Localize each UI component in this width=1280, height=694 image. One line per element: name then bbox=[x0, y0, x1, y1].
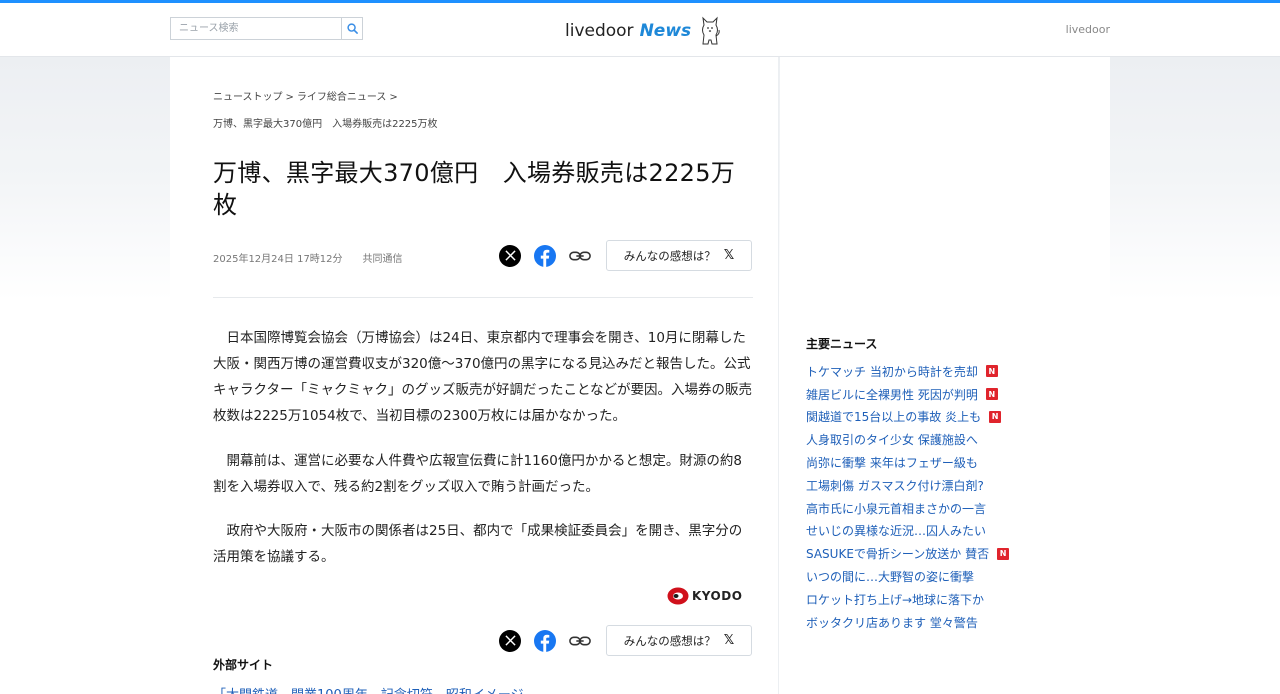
share-bar-bottom: みんなの感想は？ 𝕏 bbox=[499, 625, 752, 656]
reactions-on-x-button[interactable]: みんなの感想は？ 𝕏 bbox=[606, 625, 752, 656]
x-share-button[interactable] bbox=[499, 629, 521, 652]
article-paragraph: 政府や大阪府・大阪市の関係者は25日、都内で「成果検証委員会」を開き、黒字分の活… bbox=[213, 523, 743, 565]
link-icon bbox=[569, 251, 591, 260]
reactions-on-x-button[interactable]: みんなの感想は？ 𝕏 bbox=[606, 240, 752, 271]
x-logo-icon: 𝕏 bbox=[723, 248, 735, 263]
reactions-label: みんなの感想は？ bbox=[623, 248, 716, 263]
reactions-label: みんなの感想は？ bbox=[623, 633, 716, 648]
sidebar: 主要ニュース トケマッチ 当初から時計を売却 N 雑居ビルに全裸男性 死因が判明 N… bbox=[780, 57, 1110, 694]
top-news-link[interactable]: 工場刺傷 ガスマスク付け漂白剤? bbox=[806, 477, 984, 494]
search-box bbox=[170, 17, 363, 40]
search-input[interactable] bbox=[171, 18, 342, 39]
list-item: 工場刺傷 ガスマスク付け漂白剤? bbox=[806, 474, 1009, 497]
list-item: 高市氏に小泉元首相まさかの一言 bbox=[806, 497, 1009, 520]
facebook-icon bbox=[534, 629, 556, 652]
external-site-link[interactable]: 「大門鉄道 開業100周年 記念切符 昭和イメージ bbox=[213, 684, 524, 694]
kyodo-mark-icon bbox=[667, 587, 689, 605]
copy-link-button[interactable] bbox=[569, 245, 591, 267]
site-header: livedoor News livedoor bbox=[0, 3, 1280, 57]
facebook-share-button[interactable] bbox=[534, 629, 556, 652]
breadcrumb-item-news-top[interactable]: ニューストップ bbox=[213, 92, 283, 103]
copy-link-button[interactable] bbox=[569, 630, 591, 652]
top-news-list: トケマッチ 当初から時計を売却 N 雑居ビルに全裸男性 死因が判明 N 関越道で15… bbox=[806, 360, 1010, 634]
article-title: 万博、黒字最大370億円 入場券販売は2225万枚 bbox=[213, 159, 736, 219]
kyodo-logo: KYODO bbox=[667, 587, 742, 605]
logo-news-text: News bbox=[639, 21, 692, 41]
top-news-link[interactable]: トケマッチ 当初から時計を売却 bbox=[806, 363, 978, 380]
search-button[interactable] bbox=[341, 18, 362, 39]
meta-divider bbox=[213, 297, 753, 298]
external-sites-heading: 外部サイト bbox=[213, 658, 274, 672]
article-paragraph: 日本国際博覧会協会（万博協会）は24日、東京都内で理事会を開き、10月に閉幕した… bbox=[213, 330, 753, 424]
top-news-link[interactable]: 高市氏に小泉元首相まさかの一言 bbox=[806, 500, 986, 517]
x-logo-icon: 𝕏 bbox=[723, 633, 735, 648]
top-news-link[interactable]: 尚弥に衝撃 来年はフェザー級も bbox=[806, 454, 978, 471]
new-badge-icon: N bbox=[989, 410, 1002, 423]
site-logo[interactable]: livedoor News bbox=[565, 15, 721, 47]
top-news-link[interactable]: いつの間に…大野智の姿に衝撃 bbox=[806, 568, 974, 585]
dog-mascot-icon bbox=[702, 16, 720, 45]
breadcrumb-item-life-news[interactable]: ライフ総合ニュース bbox=[297, 92, 387, 103]
list-item: 尚弥に衝撃 来年はフェザー級も bbox=[806, 451, 1009, 474]
x-share-button[interactable] bbox=[499, 244, 521, 267]
list-item: 雑居ビルに全裸男性 死因が判明 N bbox=[806, 383, 1009, 406]
list-item: トケマッチ 当初から時計を売却 N bbox=[806, 360, 1009, 383]
breadcrumb: ニューストップ > ライフ総合ニュース > bbox=[213, 88, 401, 103]
share-bar-top: みんなの感想は？ 𝕏 bbox=[499, 240, 752, 271]
livedoor-portal-link[interactable]: livedoor bbox=[1066, 23, 1110, 36]
list-item: 人身取引のタイ少女 保護施設へ bbox=[806, 428, 1009, 451]
top-news-heading: 主要ニュース bbox=[806, 337, 878, 351]
top-news-link[interactable]: 雑居ビルに全裸男性 死因が判明 bbox=[806, 386, 978, 403]
top-news-link[interactable]: せいじの異様な近況…囚人みたい bbox=[806, 522, 986, 539]
x-logo-icon bbox=[504, 635, 516, 646]
article-source: 共同通信 bbox=[362, 254, 403, 265]
facebook-share-button[interactable] bbox=[534, 244, 556, 267]
new-badge-icon: N bbox=[985, 365, 998, 378]
top-news-link[interactable]: ロケット打ち上げ→地球に落下か bbox=[806, 591, 984, 608]
list-item: いつの間に…大野智の姿に衝撃 bbox=[806, 565, 1009, 588]
top-news-link[interactable]: 人身取引のタイ少女 保護施設へ bbox=[806, 431, 978, 448]
list-item: ロケット打ち上げ→地球に落下か bbox=[806, 588, 1009, 611]
logo-wordmark: livedoor bbox=[565, 21, 634, 41]
kyodo-wordmark: KYODO bbox=[692, 589, 743, 603]
list-item: せいじの異様な近況…囚人みたい bbox=[806, 520, 1009, 543]
top-news-link[interactable]: SASUKEで骨折シーン放送か 賛否 bbox=[806, 545, 989, 562]
top-news-link[interactable]: 関越道で15台以上の事故 炎上も bbox=[806, 408, 981, 425]
list-item: ボッタクリ店あります 堂々警告 bbox=[806, 611, 1009, 634]
new-badge-icon: N bbox=[985, 388, 998, 401]
top-news-link[interactable]: ボッタクリ店あります 堂々警告 bbox=[806, 614, 978, 631]
breadcrumb-current: 万博、黒字最大370億円 入場券販売は2225万枚 bbox=[213, 119, 438, 130]
x-logo-icon bbox=[504, 250, 516, 261]
list-item: 関越道で15台以上の事故 炎上も N bbox=[806, 406, 1009, 429]
article-date: 2025年12月24日 17時12分 bbox=[213, 254, 343, 265]
breadcrumb-separator: > bbox=[285, 92, 294, 103]
breadcrumb-separator: > bbox=[389, 92, 398, 103]
article-paragraph: 開幕前は、運営に必要な人件費や広報宣伝費に計1160億円かかると想定。財源の約8… bbox=[213, 453, 742, 495]
article-meta: 2025年12月24日 17時12分 共同通信 bbox=[213, 250, 403, 265]
new-badge-icon: N bbox=[997, 547, 1010, 560]
article-column: ニューストップ > ライフ総合ニュース > 万博、黒字最大370億円 入場券販売は22… bbox=[170, 57, 779, 694]
list-item: SASUKEで骨折シーン放送か 賛否 N bbox=[806, 542, 1010, 565]
search-icon bbox=[346, 23, 358, 34]
link-icon bbox=[569, 636, 591, 645]
facebook-icon bbox=[534, 244, 556, 267]
